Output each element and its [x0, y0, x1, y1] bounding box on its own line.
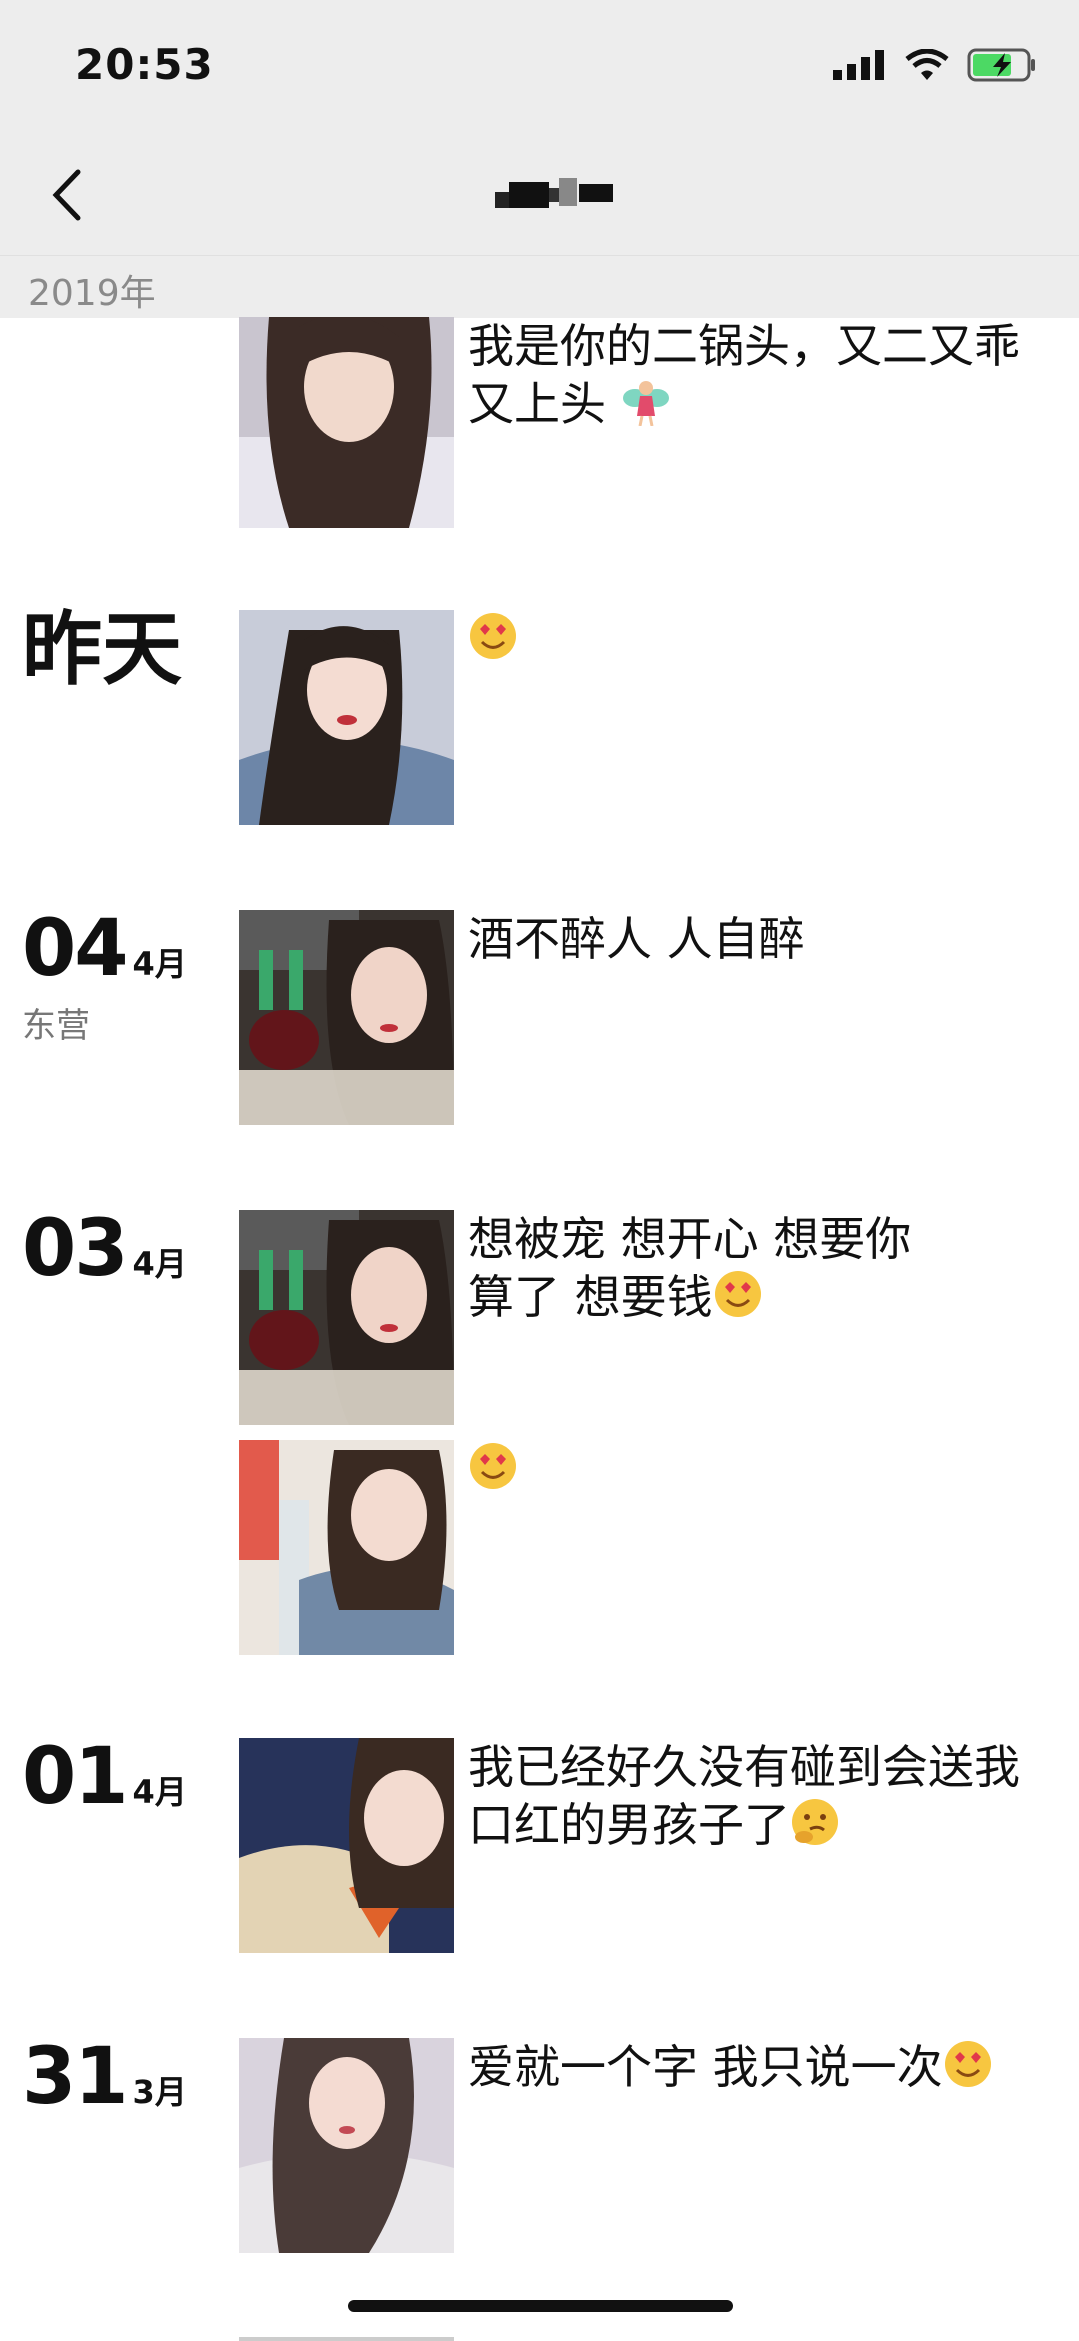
month-label: 4月	[132, 1773, 187, 1811]
chevron-left-icon[interactable]	[40, 160, 100, 230]
heart-eyes-emoji-icon	[470, 1443, 516, 1489]
day-number: 01	[22, 1732, 129, 1822]
heart-eyes-emoji-icon	[470, 613, 516, 659]
moment-text-content: 爱就一个字 我只说一次	[468, 2040, 943, 2094]
day-number: 04	[22, 904, 129, 994]
moment-text	[468, 610, 1048, 668]
fairy-emoji-icon	[622, 381, 669, 426]
status-time: 20:53	[75, 40, 214, 89]
status-bar: 20:53	[0, 0, 1079, 130]
redacted-title	[495, 178, 613, 208]
photo-thumbnail[interactable]	[239, 1440, 454, 1655]
home-indicator[interactable]	[348, 2300, 733, 2312]
signal-icon	[833, 50, 884, 80]
month-label: 3月	[132, 2073, 187, 2111]
month-label: 4月	[132, 1245, 187, 1283]
photo-girl-wine	[239, 1210, 454, 1425]
day-number: 31	[22, 2032, 129, 2122]
moment-text: 我已经好久没有碰到会送我口红的男孩子了	[468, 1738, 1048, 1854]
moment-text: 酒不醉人 人自醉	[468, 912, 805, 966]
wifi-icon	[905, 49, 949, 80]
photo-girl-long-hair	[239, 317, 454, 528]
date-label: 04 4月 东营	[22, 910, 187, 1047]
photo-girl-denim	[239, 610, 454, 825]
date-label: 昨天	[22, 610, 182, 690]
year-header: 2019年	[0, 255, 1079, 318]
moment-text: 我是你的二锅头，又二又乖又上头	[468, 317, 1048, 433]
yesterday-label: 昨天	[22, 603, 182, 696]
moment-text	[468, 1440, 1048, 1498]
photo-thumbnail[interactable]	[239, 1210, 454, 1425]
date-label: 31 3月	[22, 2038, 187, 2116]
photo-thumbnail[interactable]	[239, 610, 454, 825]
nav-bar	[0, 130, 1079, 255]
photo-thumbnail[interactable]	[239, 910, 454, 1125]
photo-thumbnail[interactable]	[239, 2038, 454, 2253]
date-label: 03 4月	[22, 1210, 187, 1288]
moment-text-content: 我是你的二锅头，又二又乖又上头	[468, 319, 1020, 431]
status-icons	[833, 48, 1037, 82]
moment-text-content: 我已经好久没有碰到会送我口红的男孩子了	[468, 1740, 1020, 1852]
photo-thumbnail[interactable]	[239, 317, 454, 528]
moment-text-content: 想被宠 想开心 想要你算了 想要钱	[468, 1212, 912, 1324]
photo-girl-white-jacket	[239, 2038, 454, 2253]
heart-eyes-emoji-icon	[714, 1271, 761, 1317]
date-label: 01 4月	[22, 1738, 187, 1816]
month-label: 4月	[132, 945, 187, 983]
day-number: 03	[22, 1204, 129, 1294]
photo-girl-hoodie	[239, 1738, 454, 1953]
moment-text: 想被宠 想开心 想要你算了 想要钱	[468, 1210, 928, 1326]
year-label: 2019年	[28, 273, 156, 314]
heart-eyes-emoji-icon	[944, 2041, 991, 2087]
thinking-emoji-icon	[792, 1799, 838, 1845]
battery-charging-icon	[967, 48, 1035, 82]
moment-text: 爱就一个字 我只说一次	[468, 2038, 1048, 2096]
location-label: 东营	[22, 1006, 90, 1046]
photo-girl-wine	[239, 910, 454, 1125]
photo-thumbnail[interactable]	[239, 1738, 454, 1953]
photo-girl-jacket	[239, 1440, 454, 1655]
